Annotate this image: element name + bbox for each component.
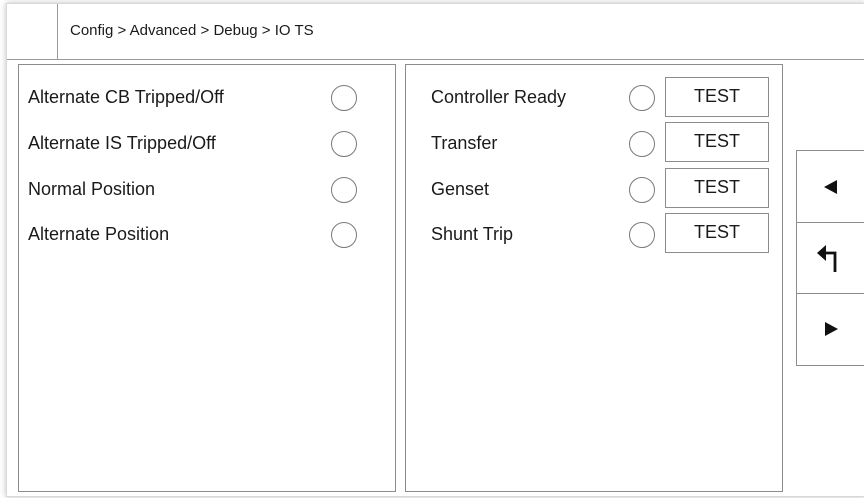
status-row-normal-position: Normal Position xyxy=(19,169,395,209)
output-indicator xyxy=(629,85,655,111)
test-button-transfer[interactable]: TEST xyxy=(665,122,769,162)
output-row-shunt-trip: Shunt Trip TEST xyxy=(406,213,782,254)
status-indicator xyxy=(331,222,357,248)
back-button[interactable] xyxy=(797,222,864,293)
output-label: Genset xyxy=(431,179,490,199)
output-label: Controller Ready xyxy=(431,87,567,107)
status-label: Normal Position xyxy=(28,179,156,199)
nav-button-stack xyxy=(796,150,864,366)
status-row-alternate-cb: Alternate CB Tripped/Off xyxy=(19,77,395,117)
output-row-genset: Genset TEST xyxy=(406,168,782,209)
left-arrow-icon xyxy=(824,179,837,194)
left-status-panel: Alternate CB Tripped/Off Alternate IS Tr… xyxy=(18,64,396,492)
output-label: Shunt Trip xyxy=(431,224,514,244)
status-label: Alternate Position xyxy=(28,224,170,244)
next-button[interactable] xyxy=(797,293,864,364)
status-row-alternate-is: Alternate IS Tripped/Off xyxy=(19,123,395,163)
test-button-genset[interactable]: TEST xyxy=(665,168,769,208)
status-indicator xyxy=(331,131,357,157)
output-indicator xyxy=(629,177,655,203)
return-arrow-icon xyxy=(817,245,837,272)
status-indicator xyxy=(331,177,357,203)
previous-button[interactable] xyxy=(797,151,864,222)
test-button-shunt-trip[interactable]: TEST xyxy=(665,213,769,253)
test-button-controller-ready[interactable]: TEST xyxy=(665,77,769,117)
output-indicator xyxy=(629,222,655,248)
status-label: Alternate IS Tripped/Off xyxy=(28,133,216,153)
status-row-alternate-position: Alternate Position xyxy=(19,214,395,254)
status-label: Alternate CB Tripped/Off xyxy=(28,87,224,107)
header-bar: Config > Advanced > Debug > IO TS xyxy=(7,4,864,60)
breadcrumb: Config > Advanced > Debug > IO TS xyxy=(70,22,314,39)
output-label: Transfer xyxy=(431,133,498,153)
output-row-controller-ready: Controller Ready TEST xyxy=(406,77,782,117)
output-indicator xyxy=(629,131,655,157)
output-row-transfer: Transfer TEST xyxy=(406,122,782,163)
status-indicator xyxy=(331,85,357,111)
header-spacer xyxy=(7,4,58,59)
io-ts-screen: Config > Advanced > Debug > IO TS Altern… xyxy=(6,3,864,497)
right-arrow-icon xyxy=(825,322,838,336)
right-output-panel: Controller Ready TEST Transfer TEST Gens… xyxy=(405,64,783,492)
